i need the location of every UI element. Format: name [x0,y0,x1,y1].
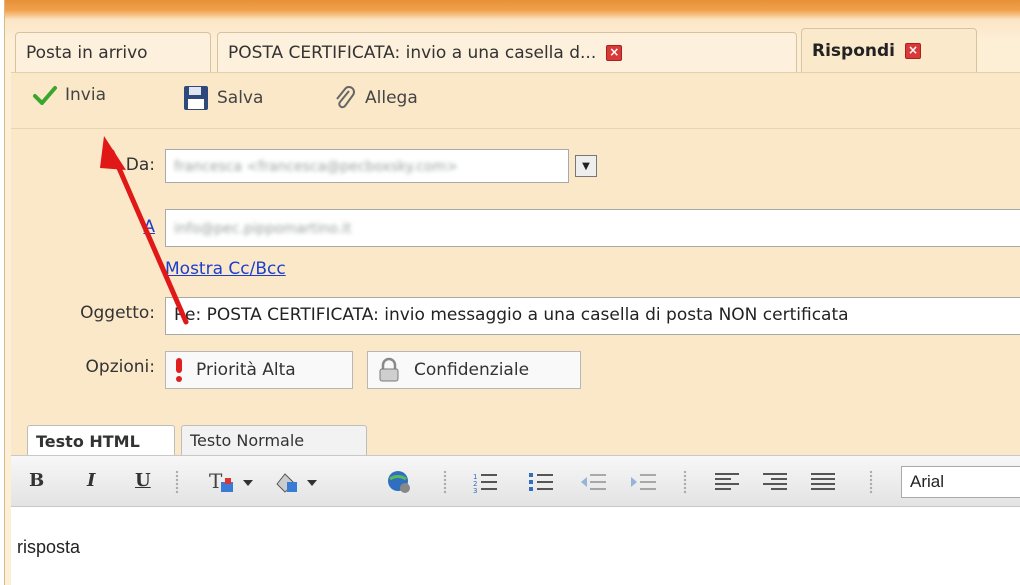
lock-icon [379,357,399,382]
save-label: Salva [217,88,264,108]
tab-message[interactable]: POSTA CERTIFICATA: invio a una casella d… [217,32,797,72]
tab-inbox-label: Posta in arrivo [26,42,148,63]
separator [175,470,179,494]
attach-label: Allega [365,88,418,108]
numbered-list-icon[interactable]: 123 [473,470,499,499]
close-icon[interactable]: × [904,42,921,59]
confidential-button[interactable]: Confidenziale [367,351,581,389]
compose-toolbar: Invia Salva Allega [11,73,1020,129]
align-left-icon[interactable] [715,470,741,499]
separator [443,470,447,494]
mail-window: Posta in arrivo POSTA CERTIFICATA: invio… [4,0,1020,585]
tab-plain-text[interactable]: Testo Normale [181,425,367,455]
confidential-label: Confidenziale [414,360,530,380]
font-family-select[interactable]: Arial [901,466,1020,498]
editor-toolbar: B I U T 123 Arial [11,455,1020,507]
italic-button[interactable]: I [87,470,95,491]
tab-inbox[interactable]: Posta in arrivo [15,32,211,72]
priority-high-button[interactable]: Priorità Alta [165,351,353,389]
paperclip-icon [336,86,355,109]
bold-button[interactable]: B [29,470,44,491]
chevron-down-icon[interactable]: ▼ [575,155,597,177]
send-label: Invia [65,85,106,105]
subject-label: Oggetto: [80,303,155,323]
subject-field[interactable]: Re: POSTA CERTIFICATA: invio messaggio a… [165,297,1020,335]
message-body-editor[interactable]: risposta [11,507,1020,585]
svg-text:3: 3 [473,487,477,494]
justify-icon[interactable] [811,470,837,499]
tab-html-text[interactable]: Testo HTML [27,425,175,456]
separator [683,470,687,494]
floppy-disk-icon [184,86,208,110]
checkmark-icon [33,86,57,105]
from-label: Da: [125,155,155,175]
to-value: info@pec.pippomartino.it [174,221,352,237]
tab-message-label: POSTA CERTIFICATA: invio a una casella d… [228,42,597,63]
insert-link-icon[interactable] [387,470,413,499]
close-icon[interactable]: × [606,44,623,61]
tab-plain-text-label: Testo Normale [190,431,305,450]
outdent-icon[interactable] [581,470,607,499]
tab-reply-label: Rispondi [812,40,895,61]
subject-value: Re: POSTA CERTIFICATA: invio messaggio a… [174,305,849,325]
align-right-icon[interactable] [763,470,789,499]
fill-color-icon[interactable] [273,470,323,499]
compose-panel: Invia Salva Allega Da: francesca <france… [11,72,1020,585]
attach-button[interactable]: Allega [333,85,418,111]
show-cc-bcc-link[interactable]: Mostra Cc/Bcc [165,259,286,279]
message-body-text: risposta [17,537,81,557]
underline-button[interactable]: U [135,470,151,491]
svg-text:T: T [209,470,223,493]
send-button[interactable]: Invia [33,85,106,105]
tab-reply[interactable]: Rispondi × [801,28,977,72]
options-label: Opzioni: [85,357,155,377]
from-value: francesca <francesca@pecboxsky.com> [174,159,458,175]
to-field[interactable]: info@pec.pippomartino.it [165,209,1020,247]
tab-html-text-label: Testo HTML [36,431,140,451]
to-link[interactable]: A [129,217,155,237]
separator [869,470,873,494]
bullet-list-icon[interactable] [529,470,555,499]
from-select[interactable]: francesca <francesca@pecboxsky.com> [165,149,569,183]
priority-label: Priorità Alta [196,360,296,380]
save-button[interactable]: Salva [183,85,263,111]
indent-icon[interactable] [631,470,657,499]
text-color-icon[interactable]: T [209,469,259,499]
exclamation-icon [176,358,182,382]
